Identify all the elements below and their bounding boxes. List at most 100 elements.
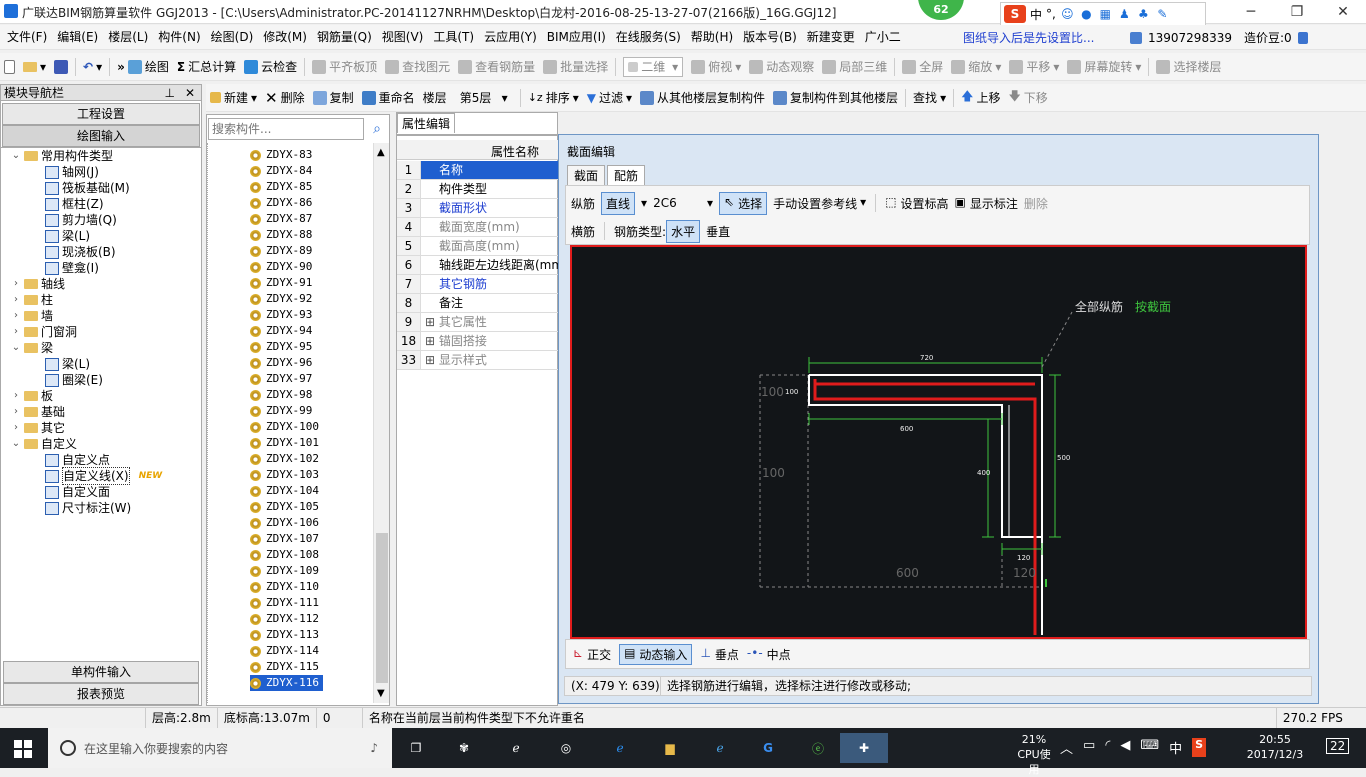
save-icon[interactable] [50,55,72,79]
mic-icon[interactable]: ● [1079,7,1094,22]
emoji-icon[interactable]: ☺ [1060,7,1075,22]
delete-rebar-button[interactable]: 删除 [1024,195,1048,212]
delete-button[interactable]: ✕ 删除 [261,86,309,110]
dim-bottom-big-mid[interactable]: 600 [896,566,919,580]
component-item[interactable]: ZDYX-109 [250,563,319,579]
tree-node[interactable]: › 板 [11,388,53,404]
component-item[interactable]: ZDYX-105 [250,499,319,515]
expand-icon[interactable]: › [11,276,21,292]
set-elevation-button[interactable]: ⬚ 设置标高 [885,195,948,212]
notification-center-icon[interactable]: 22 [1326,738,1350,754]
rename-button[interactable]: 重命名 [358,86,419,110]
tree-node[interactable]: 梁(L) [45,356,90,372]
property-row[interactable]: 18 ⊞ 锚固搭接 [397,332,558,351]
pan-button[interactable]: 平移 ▾ [1005,55,1063,79]
menu-item-8[interactable]: 工具(T) [428,25,479,50]
expand-icon[interactable]: › [11,324,21,340]
dim-left-big[interactable]: 100 [761,385,784,399]
tree-node[interactable]: 尺寸标注(W) [45,500,131,516]
network-icon[interactable]: ◜ [1105,738,1110,757]
property-row[interactable]: 7 其它钢筋 [397,275,558,294]
sort-button[interactable]: ↓z 排序 ▾ [524,86,583,110]
zoom-button[interactable]: 缩放 ▾ [947,55,1005,79]
component-list-scrollbar[interactable]: ▲ ▼ [373,143,389,703]
dim-right-outer[interactable]: 500 [1057,454,1070,462]
menu-item-10[interactable]: BIM应用(I) [542,25,611,50]
phone-number[interactable]: 13907298339 [1148,31,1232,45]
tree-node[interactable]: › 轴线 [11,276,65,292]
component-item[interactable]: ZDYX-106 [250,515,319,531]
draw-button[interactable]: » 绘图 [113,55,173,79]
copy-to-floor-button[interactable]: 复制构件到其他楼层 [769,86,902,110]
horizontal-button[interactable]: 水平 [666,219,701,243]
bell-icon[interactable] [1297,31,1308,44]
battery-icon[interactable]: ▭ [1083,738,1095,757]
rotate-button[interactable]: 屏幕旋转 ▾ [1063,55,1145,79]
mic-icon-taskbar[interactable]: ♪ [370,741,378,755]
file-explorer-icon[interactable]: ▆ [646,733,694,763]
undo-icon[interactable]: ↶ ▾ [79,55,106,79]
menu-item-11[interactable]: 在线服务(S) [611,25,686,50]
tree-node[interactable]: › 门窗洞 [11,324,77,340]
restore-button[interactable]: ❐ [1274,0,1320,24]
tree-node[interactable]: 框柱(Z) [45,196,104,212]
menu-item-3[interactable]: 构件(N) [153,25,205,50]
view-rebar-button[interactable]: 查看钢筋量 [454,55,539,79]
menu-item-15[interactable]: 广小二 [860,25,906,50]
close-icon[interactable]: ✕ [185,85,195,101]
rebar-spec-select[interactable]: 2C6 ▾ [653,196,713,210]
component-item[interactable]: ZDYX-112 [250,611,319,627]
taskbar-search[interactable]: 在这里输入你要搜索的内容 ♪ [48,728,392,768]
project-settings-button[interactable]: 工程设置 [2,103,200,125]
component-item[interactable]: ZDYX-85 [250,179,312,195]
app-fan-icon[interactable]: ✾ [440,733,488,763]
scroll-up-icon[interactable]: ▲ [377,147,385,158]
close-button[interactable]: ✕ [1320,0,1366,24]
single-component-button[interactable]: 单构件输入 [3,661,199,683]
draw-input-button[interactable]: 绘图输入 [2,125,200,147]
tree-node[interactable]: 自定义点 [45,452,110,468]
component-item[interactable]: ZDYX-94 [250,323,312,339]
expand-plus-icon[interactable]: ⊞ [425,315,439,329]
copy-button[interactable]: 复制 [309,86,358,110]
tree-node[interactable]: ⌄ 常用构件类型 [11,148,113,164]
find-button[interactable]: 查找 ▾ [909,86,950,110]
new-component-button[interactable]: 新建 ▾ [206,86,261,110]
component-item[interactable]: ZDYX-102 [250,451,319,467]
component-item[interactable]: ZDYX-89 [250,243,312,259]
property-row[interactable]: 9 ⊞ 其它属性 [397,313,558,332]
dynamic-view-button[interactable]: 动态观察 [745,55,818,79]
sogou-tray-icon[interactable]: S [1192,738,1207,757]
new-file-icon[interactable] [0,55,19,79]
minimize-button[interactable]: ─ [1228,0,1274,24]
filter-button[interactable]: ▼ 过滤 ▾ [583,86,636,110]
component-item[interactable]: ZDYX-88 [250,227,312,243]
component-item[interactable]: ZDYX-98 [250,387,312,403]
property-row[interactable]: 1 名称 [397,161,558,180]
component-item[interactable]: ZDYX-97 [250,371,312,387]
ie-green-icon[interactable]: ⓔ [794,733,842,763]
section-canvas[interactable]: 全部纵筋 按截面 720 100 100 100 600 400 500 120… [570,245,1307,639]
vertical-button[interactable]: 垂直 [706,223,730,240]
tree-node[interactable]: 现浇板(B) [45,244,116,260]
tree-node[interactable]: 自定义线(X) NEW [45,467,162,485]
dynamic-input-button[interactable]: ▤ 动态输入 [619,643,693,665]
move-down-button[interactable]: 🡇 下移 [1004,86,1051,110]
top-view-button[interactable]: 俯视 ▾ [687,55,745,79]
menu-item-9[interactable]: 云应用(Y) [479,25,542,50]
property-row[interactable]: 5 截面高度(mm) [397,237,558,256]
select-floor-button[interactable]: 选择楼层 [1152,55,1225,79]
fullscreen-button[interactable]: 全屏 [898,55,947,79]
line-mode-button[interactable]: 直线 [601,191,636,215]
scroll-thumb[interactable] [376,533,388,683]
tree-node[interactable]: › 墙 [11,308,53,324]
component-item[interactable]: ZDYX-84 [250,163,312,179]
property-row[interactable]: 3 截面形状 [397,199,558,218]
long-rebar-label[interactable]: 纵筋 [571,195,595,212]
component-item[interactable]: ZDYX-116 [250,675,323,691]
ime-punct[interactable]: °, [1046,7,1056,21]
cloud-check-button[interactable]: 云检查 [240,55,301,79]
tree-node[interactable]: 圈梁(E) [45,372,103,388]
ggj-app-icon[interactable]: ✚ [840,733,888,763]
component-item[interactable]: ZDYX-86 [250,195,312,211]
